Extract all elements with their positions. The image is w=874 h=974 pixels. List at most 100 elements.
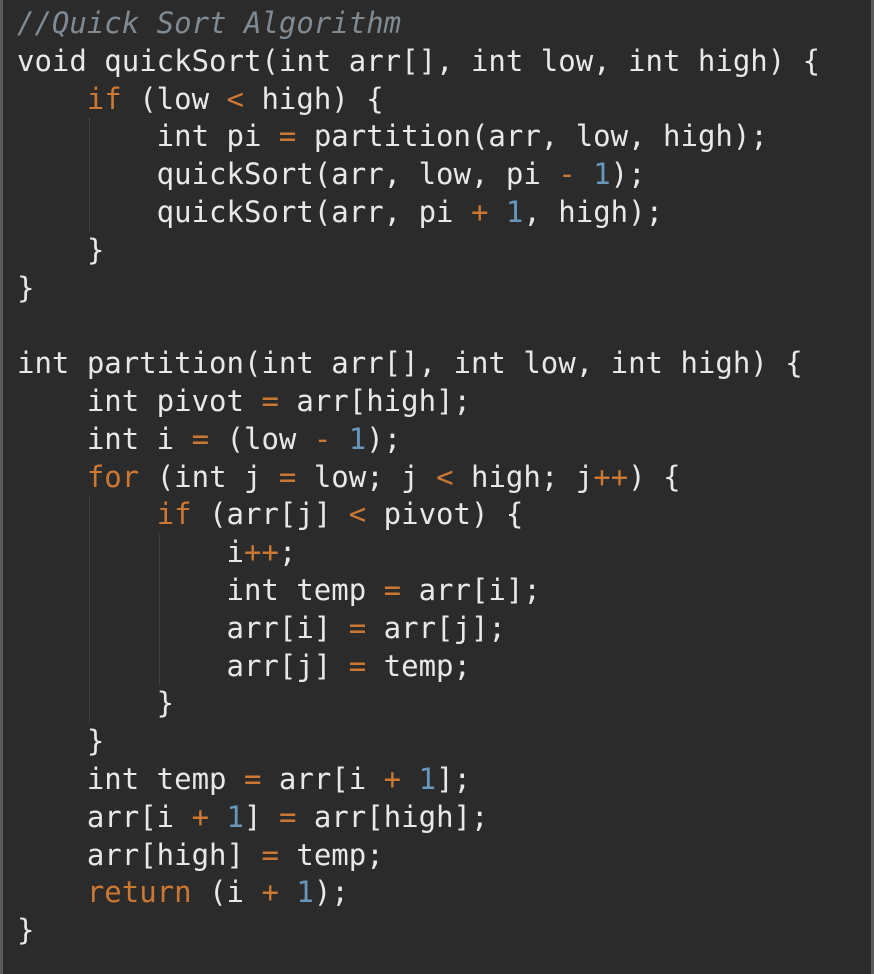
code-token-plain: high) { (244, 81, 384, 116)
code-token-op: = (348, 648, 367, 683)
code-token-plain: partition(arr, low, high); (296, 119, 768, 154)
code-token-keyword: for (86, 459, 140, 494)
code-token-plain: int i (17, 421, 192, 456)
code-editor[interactable]: //Quick Sort Algorithm void quickSort(int… (0, 0, 874, 974)
code-line[interactable]: if (arr[j] < pivot) { (17, 496, 820, 534)
code-token-plain: arr[i (17, 799, 192, 834)
code-token-op: + (261, 875, 279, 910)
code-line[interactable] (17, 307, 820, 345)
code-token-number: 1 (505, 194, 524, 229)
code-area[interactable]: //Quick Sort Algorithm void quickSort(int… (17, 5, 820, 950)
code-token-keyword: return (86, 875, 192, 910)
code-line[interactable]: arr[i] = arr[j]; (17, 610, 820, 648)
code-line[interactable]: //Quick Sort Algorithm (17, 5, 820, 43)
code-line[interactable]: int partition(int arr[], int low, int hi… (17, 345, 820, 383)
code-token-plain: (int j (139, 459, 279, 494)
code-line[interactable]: } (17, 270, 820, 308)
code-line[interactable]: } (17, 723, 820, 761)
code-token-op: = (278, 119, 297, 154)
code-token-plain: int temp (17, 761, 244, 796)
code-token-plain: arr[j]; (366, 610, 506, 645)
code-token-number: 1 (226, 799, 245, 834)
code-line[interactable]: void quickSort(int arr[], int low, int h… (17, 43, 820, 81)
code-token-plain: } (17, 232, 105, 267)
code-line[interactable]: int temp = arr[i]; (17, 572, 820, 610)
code-token-op: = (191, 421, 210, 456)
code-token-op: = (383, 572, 402, 607)
code-token-plain: ) { (628, 459, 681, 494)
code-token-plain: arr[i (261, 761, 384, 796)
code-token-plain: (low (121, 81, 227, 116)
code-token-plain: arr[i]; (401, 572, 541, 607)
code-token-plain: arr[high] (17, 837, 262, 872)
code-line[interactable]: arr[i + 1] = arr[high]; (17, 799, 820, 837)
code-token-plain: void quickSort(int arr[], int low, int h… (17, 43, 821, 78)
code-token-plain: quickSort(arr, pi (17, 194, 471, 229)
code-token-plain: arr[high]; (278, 383, 471, 418)
code-token-plain: ); (610, 157, 646, 192)
code-token-op: = (243, 761, 262, 796)
code-token-plain: } (17, 913, 35, 948)
code-token-keyword: if (156, 497, 192, 532)
code-token-keyword: if (86, 81, 122, 116)
code-line[interactable]: } (17, 912, 820, 950)
code-token-plain: } (17, 686, 175, 721)
code-line[interactable]: for (int j = low; j < high; j++) { (17, 459, 820, 497)
code-line[interactable]: if (low < high) { (17, 81, 820, 119)
code-token-plain: low; j (296, 459, 437, 494)
code-line[interactable]: quickSort(arr, pi + 1, high); (17, 194, 820, 232)
code-token-plain: arr[high]; (296, 799, 489, 834)
code-line[interactable]: int pivot = arr[high]; (17, 383, 820, 421)
code-token-plain: high; j (453, 459, 594, 494)
code-token-number: 1 (348, 421, 367, 456)
code-line[interactable]: quickSort(arr, low, pi - 1); (17, 156, 820, 194)
code-token-op: = (278, 459, 297, 494)
code-line[interactable]: arr[j] = temp; (17, 648, 820, 686)
code-token-plain: } (17, 724, 105, 759)
code-token-plain: arr[j] (17, 648, 349, 683)
code-token-plain: ); (366, 421, 402, 456)
code-token-number: 1 (593, 157, 611, 192)
code-line[interactable]: return (i + 1); (17, 874, 820, 912)
code-token-plain: int pivot (17, 383, 262, 418)
code-line[interactable]: i++; (17, 534, 820, 572)
indent-guide (88, 118, 90, 232)
code-line[interactable]: } (17, 232, 820, 270)
code-token-plain: (i (191, 875, 262, 910)
code-token-plain: int temp (17, 572, 384, 607)
code-token-number: 1 (418, 761, 437, 796)
code-token-plain: quickSort(arr, low, pi (17, 157, 559, 192)
indent-guide (88, 496, 90, 724)
code-token-op: + (191, 799, 210, 834)
code-token-plain: ; (278, 535, 297, 570)
code-token-plain: ]; (436, 761, 471, 796)
code-token-op: = (261, 837, 279, 872)
code-line[interactable]: } (17, 685, 820, 723)
code-token-plain: int pi (17, 119, 279, 154)
code-line[interactable]: int i = (low - 1); (17, 421, 820, 459)
code-token-plain: ] (244, 799, 279, 834)
code-token-plain: arr[i] (17, 610, 349, 645)
code-token-op: - (313, 421, 332, 456)
code-line[interactable]: arr[high] = temp; (17, 837, 820, 875)
code-token-plain: pivot) { (366, 497, 524, 532)
code-token-op: + (383, 761, 402, 796)
code-token-op: < (348, 497, 367, 532)
code-token-plain: temp; (366, 648, 471, 683)
code-line[interactable]: int pi = partition(arr, low, high); (17, 118, 820, 156)
code-token-op: ++ (593, 459, 629, 494)
code-token-plain: ); (313, 875, 349, 910)
code-token-plain: temp; (278, 837, 384, 872)
code-token-op: < (436, 459, 454, 494)
code-line[interactable]: int temp = arr[i + 1]; (17, 761, 820, 799)
code-token-comment: //Quick Sort Algorithm (17, 6, 402, 40)
